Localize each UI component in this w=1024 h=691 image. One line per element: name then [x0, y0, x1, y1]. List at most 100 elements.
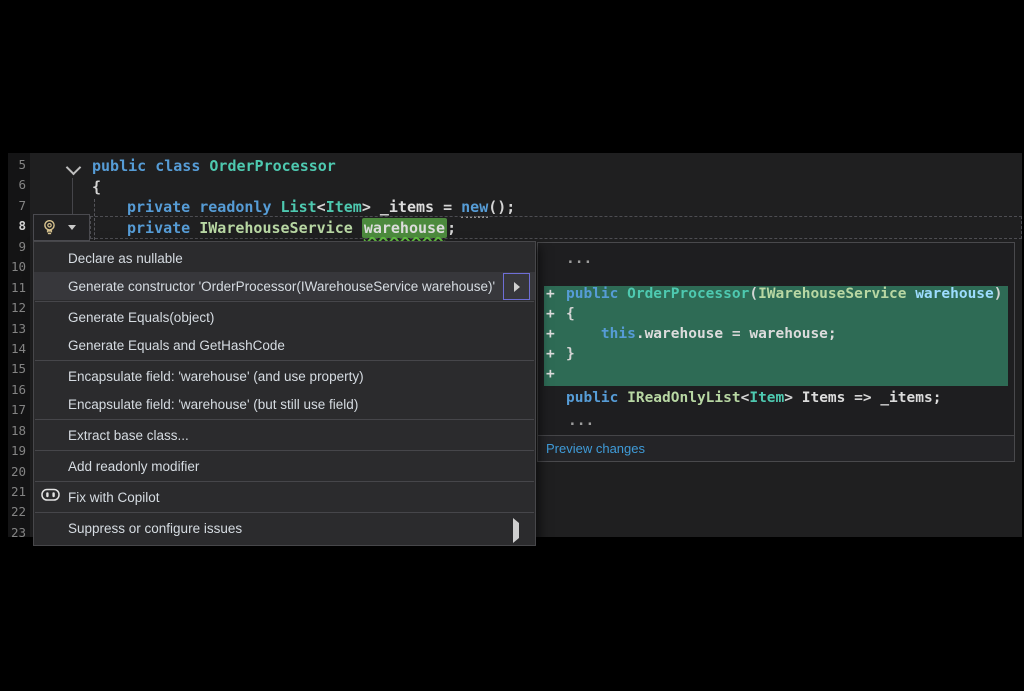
line-number-12[interactable]: 12 — [8, 300, 30, 320]
diff-added-line: + — [544, 366, 1008, 386]
code-token: public class — [92, 157, 209, 175]
menu-item-label: Extract base class... — [68, 428, 189, 443]
line-number-6[interactable]: 6 — [8, 177, 30, 197]
menu-item-fix-with-copilot[interactable]: Fix with Copilot — [34, 483, 535, 511]
code-token: ( — [749, 286, 758, 302]
menu-item-generate-constructor[interactable]: Generate constructor 'OrderProcessor(IWa… — [34, 272, 535, 300]
code-token: > — [362, 198, 380, 216]
menu-item-suppress-configure-issues[interactable]: Suppress or configure issues — [34, 514, 535, 543]
code-token: (); — [488, 198, 515, 216]
line-number-gutter[interactable]: 567891011121314151617181920212223 — [8, 153, 30, 537]
menu-item-label: Generate Equals(object) — [68, 310, 214, 325]
line-number-22[interactable]: 22 — [8, 504, 30, 524]
code-token: public — [566, 390, 627, 406]
code-token: public — [566, 286, 627, 302]
code-token: } — [566, 346, 575, 362]
preview-changes-link[interactable]: Preview changes — [546, 436, 645, 461]
menu-separator — [35, 301, 534, 302]
menu-item-label: Fix with Copilot — [68, 490, 160, 505]
diff-added-line: + this.warehouse = warehouse; — [544, 326, 1008, 346]
line-number-17[interactable]: 17 — [8, 402, 30, 422]
code-token: ; — [447, 219, 456, 237]
code-token: IWarehouseService — [199, 219, 362, 237]
quick-actions-lightbulb-button[interactable] — [33, 214, 90, 241]
line-number-18[interactable]: 18 — [8, 423, 30, 443]
menu-separator — [35, 481, 534, 482]
chevron-down-icon — [68, 225, 76, 230]
code-token: = — [732, 326, 749, 342]
line-number-19[interactable]: 19 — [8, 443, 30, 463]
menu-item-generate-equals-object[interactable]: Generate Equals(object) — [34, 303, 535, 331]
code-token: _items; — [880, 390, 941, 406]
code-token: .warehouse — [636, 326, 732, 342]
code-editor[interactable]: 567891011121314151617181920212223 public… — [8, 153, 1022, 537]
code-token: OrderProcessor — [627, 286, 749, 302]
menu-item-label: Generate constructor 'OrderProcessor(IWa… — [68, 279, 495, 294]
preview-context-line: public IReadOnlyList<Item> Items => _ite… — [538, 390, 1014, 410]
code-token: + — [546, 346, 566, 362]
menu-item-label: Declare as nullable — [68, 251, 183, 266]
fold-chevron-icon[interactable] — [66, 160, 82, 176]
code-token: Item — [326, 198, 362, 216]
line-number-7[interactable]: 7 — [8, 198, 30, 218]
code-line-5[interactable]: public class OrderProcessor — [92, 157, 336, 178]
copilot-icon — [41, 488, 60, 503]
preview-changes-bar: Preview changes — [538, 435, 1014, 461]
menu-item-label: Encapsulate field: 'warehouse' (but stil… — [68, 397, 358, 412]
line-number-10[interactable]: 10 — [8, 259, 30, 279]
line-number-9[interactable]: 9 — [8, 239, 30, 259]
menu-item-add-readonly-modifier[interactable]: Add readonly modifier — [34, 452, 535, 480]
line-number-13[interactable]: 13 — [8, 321, 30, 341]
menu-item-label: Add readonly modifier — [68, 459, 199, 474]
line-number-15[interactable]: 15 — [8, 361, 30, 381]
line-number-8[interactable]: 8 — [8, 218, 30, 238]
code-token: + — [546, 306, 566, 322]
menu-separator — [35, 450, 534, 451]
code-token: Items — [802, 390, 854, 406]
quick-actions-menu: Declare as nullable Generate constructor… — [33, 241, 536, 546]
code-token: > — [784, 390, 801, 406]
line-number-21[interactable]: 21 — [8, 484, 30, 504]
code-token: = — [443, 198, 461, 216]
menu-separator — [35, 512, 534, 513]
code-token: OrderProcessor — [209, 157, 335, 175]
diff-added-line: +} — [544, 346, 1008, 366]
menu-item-extract-base-class[interactable]: Extract base class... — [34, 421, 535, 449]
code-line-8[interactable]: private IWarehouseService warehouse; — [127, 219, 456, 240]
code-token: _items — [380, 198, 443, 216]
code-token: { — [92, 178, 101, 196]
code-token: private — [127, 219, 199, 237]
fold-guide-line — [72, 178, 73, 216]
code-token: ) — [994, 286, 1003, 302]
line-number-11[interactable]: 11 — [8, 280, 30, 300]
line-number-16[interactable]: 16 — [8, 382, 30, 402]
line-number-20[interactable]: 20 — [8, 464, 30, 484]
lightbulb-icon — [41, 219, 58, 236]
preview-code-area: ... +public OrderProcessor(IWarehouseSer… — [538, 243, 1014, 436]
line-number-14[interactable]: 14 — [8, 341, 30, 361]
line-number-5[interactable]: 5 — [8, 157, 30, 177]
code-token: Item — [749, 390, 784, 406]
preview-ellipsis-bottom: ... — [538, 413, 1014, 433]
code-token: warehouse — [362, 218, 447, 238]
menu-item-encapsulate-field-field[interactable]: Encapsulate field: 'warehouse' (but stil… — [34, 390, 535, 418]
diff-added-block: +public OrderProcessor(IWarehouseService… — [544, 286, 1008, 386]
code-token: + — [546, 286, 566, 302]
code-token: private readonly — [127, 198, 281, 216]
code-line-6[interactable]: { — [92, 178, 101, 199]
line-number-23[interactable]: 23 — [8, 525, 30, 545]
menu-item-label: Encapsulate field: 'warehouse' (and use … — [68, 369, 364, 384]
menu-item-declare-as-nullable[interactable]: Declare as nullable — [34, 244, 535, 272]
code-token: warehouse — [915, 286, 994, 302]
code-token: => — [854, 390, 880, 406]
menu-separator — [35, 360, 534, 361]
code-token: < — [317, 198, 326, 216]
code-token: + — [546, 366, 566, 382]
code-token: List — [281, 198, 317, 216]
code-token: { — [566, 306, 575, 322]
diff-added-line: +public OrderProcessor(IWarehouseService… — [544, 286, 1008, 306]
submenu-expand-button[interactable] — [503, 273, 530, 300]
menu-item-label: Generate Equals and GetHashCode — [68, 338, 285, 353]
menu-item-encapsulate-field-property[interactable]: Encapsulate field: 'warehouse' (and use … — [34, 362, 535, 390]
menu-item-generate-equals-gethashcode[interactable]: Generate Equals and GetHashCode — [34, 331, 535, 359]
